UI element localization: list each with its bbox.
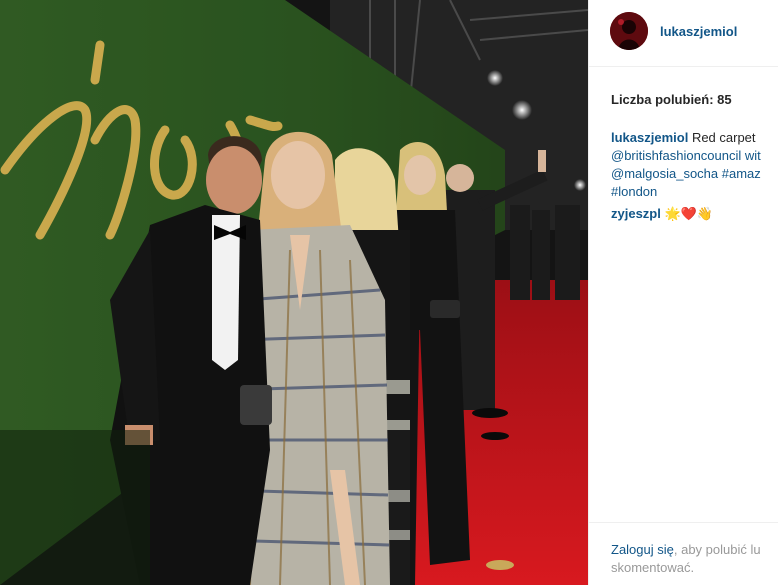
post-header: lukaszjemiol [589,0,778,67]
comment-emojis: 🌟❤️👋 [664,206,714,221]
login-prompt: Zaloguj się, aby polubić lu skomentować. [611,541,778,577]
post-sidebar: lukaszjemiol Liczba polubień: 85 lukaszj… [588,0,778,585]
avatar[interactable] [610,12,648,50]
caption-username[interactable]: lukaszjemiol [611,130,688,145]
mention-malgosia-socha[interactable]: @malgosia_socha #amaz [611,165,761,183]
comment-item: zyjeszpl 🌟❤️👋 [611,206,713,222]
post-caption: lukaszjemiol Red carpet @britishfashionc… [611,129,761,201]
mention-britishfashioncouncil[interactable]: @britishfashioncouncil wit [611,147,761,165]
post-footer: Zaloguj się, aby polubić lu skomentować. [589,522,778,585]
instagram-post: lukaszjemiol Liczba polubień: 85 lukaszj… [0,0,778,585]
login-prompt-text: , aby polubić lu [673,542,761,557]
red-carpet-photo [0,0,588,585]
post-photo[interactable] [0,0,588,585]
avatar-image [610,12,648,50]
username-link[interactable]: lukaszjemiol [660,24,737,39]
comment-username[interactable]: zyjeszpl [611,206,661,221]
caption-line-1: lukaszjemiol Red carpet [611,129,761,147]
caption-text: Red carpet [691,130,756,145]
login-link[interactable]: Zaloguj się [611,542,674,557]
likes-count[interactable]: Liczba polubień: 85 [611,92,732,107]
hashtag-london[interactable]: #london [611,183,761,201]
login-prompt-text-2: skomentować. [611,560,695,575]
